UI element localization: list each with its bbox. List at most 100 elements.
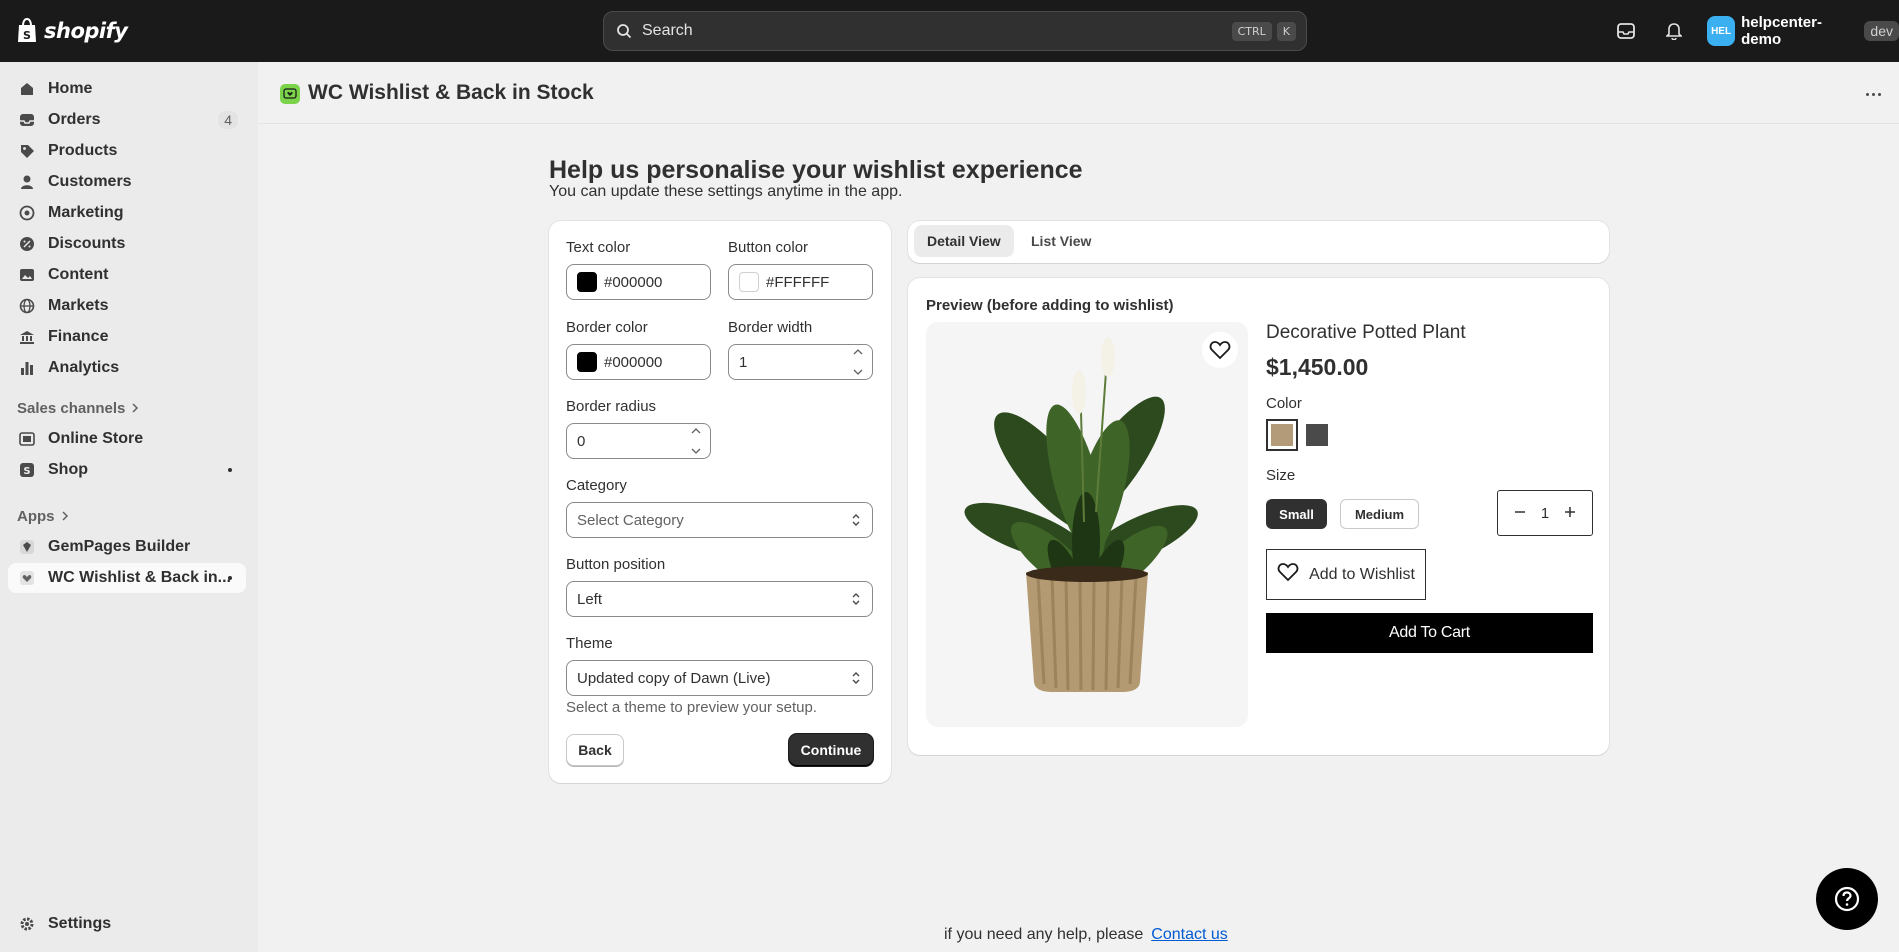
button-color-label: Button color [728, 239, 809, 256]
sidebar-item-marketing[interactable]: Marketing [8, 198, 246, 228]
sidebar-item-products[interactable]: Products [8, 136, 246, 166]
add-to-wishlist-button[interactable]: Add to Wishlist [1266, 549, 1426, 600]
text-color-label: Text color [566, 239, 631, 256]
pin-dot [228, 576, 232, 580]
sidebar-item-markets[interactable]: Markets [8, 291, 246, 321]
orders-count-badge: 4 [218, 111, 238, 129]
apps-heading[interactable]: Apps [17, 508, 69, 525]
gear-icon [19, 916, 35, 932]
sidebar-item-label: Marketing [48, 204, 124, 221]
dev-badge: dev [1864, 21, 1899, 41]
sidebar-item-label: WC Wishlist & Back in... [48, 569, 231, 586]
search-bar[interactable]: Search CTRL K [603, 11, 1307, 51]
main-content: WC Wishlist & Back in Stock Help us pers… [258, 62, 1899, 952]
more-options-icon[interactable] [1861, 84, 1885, 104]
preview-card: Preview (before adding to wishlist) Deco… [908, 278, 1609, 755]
sidebar: Home Orders 4 Products Customers Marketi… [0, 62, 258, 952]
text-color-input[interactable]: #000000 [566, 264, 711, 300]
text-color-swatch[interactable] [577, 272, 597, 292]
add-to-cart-button[interactable]: Add To Cart [1266, 613, 1593, 653]
sidebar-item-shop[interactable]: S Shop [8, 455, 246, 485]
sales-channels-label: Sales channels [17, 400, 126, 417]
sidebar-item-customers[interactable]: Customers [8, 167, 246, 197]
svg-text:S: S [23, 466, 30, 477]
sidebar-item-label: Shop [48, 461, 88, 478]
sidebar-item-label: Orders [48, 111, 101, 128]
bell-icon[interactable] [1662, 19, 1686, 43]
theme-select[interactable]: Updated copy of Dawn (Live) [566, 660, 873, 696]
plus-icon[interactable] [1564, 505, 1576, 522]
border-width-label: Border width [728, 319, 813, 336]
sales-channels-heading[interactable]: Sales channels [17, 400, 139, 417]
target-icon [19, 205, 35, 221]
category-select[interactable]: Select Category [566, 502, 873, 538]
size-option-label: Size [1266, 467, 1296, 484]
potted-plant-image [964, 337, 1198, 692]
sidebar-item-online-store[interactable]: Online Store [8, 424, 246, 454]
product-image [926, 322, 1248, 727]
help-chat-button[interactable] [1816, 868, 1878, 930]
minus-icon[interactable] [1514, 505, 1526, 522]
number-stepper-icon[interactable] [850, 349, 866, 375]
search-icon [614, 21, 634, 41]
quantity-stepper[interactable]: 1 [1497, 490, 1593, 536]
question-icon [1834, 886, 1860, 912]
sidebar-item-gempages[interactable]: GemPages Builder [8, 532, 246, 562]
page-header: WC Wishlist & Back in Stock [258, 62, 1899, 124]
sidebar-item-discounts[interactable]: Discounts [8, 229, 246, 259]
contact-us-link[interactable]: Contact us [1151, 926, 1227, 944]
shop-icon: S [19, 462, 35, 478]
continue-button[interactable]: Continue [789, 734, 873, 766]
border-radius-input[interactable]: 0 [566, 423, 711, 459]
sidebar-item-content[interactable]: Content [8, 260, 246, 290]
sidebar-item-home[interactable]: Home [8, 74, 246, 104]
top-bar: S shopify Search CTRL K HEL helpcenter-d… [0, 0, 1899, 62]
shopify-logo[interactable]: S shopify [16, 16, 128, 46]
size-medium-button[interactable]: Medium [1340, 499, 1419, 529]
sidebar-item-settings[interactable]: Settings [8, 909, 246, 939]
preview-tabs-card: Detail View List View [908, 221, 1609, 263]
text-color-value: #000000 [604, 273, 663, 291]
color-swatch-dark[interactable] [1301, 419, 1333, 451]
select-arrows-icon [852, 514, 860, 526]
sidebar-item-label: Online Store [48, 430, 144, 447]
border-radius-value: 0 [577, 432, 586, 450]
border-color-input[interactable]: #000000 [566, 344, 711, 380]
heart-icon [1277, 562, 1299, 587]
bar-chart-icon [19, 360, 35, 376]
size-small-button[interactable]: Small [1266, 499, 1327, 529]
theme-label: Theme [566, 635, 613, 652]
sidebar-item-wc-wishlist[interactable]: WC Wishlist & Back in... [8, 563, 246, 593]
inbox-tray-icon[interactable] [1614, 19, 1638, 43]
settings-card: Text color #000000 Button color #FFFFFF … [549, 221, 891, 783]
heart-icon[interactable] [1202, 332, 1238, 368]
button-color-value: #FFFFFF [766, 273, 830, 291]
border-width-input[interactable]: 1 [728, 344, 873, 380]
sidebar-item-label: Home [48, 80, 93, 97]
sidebar-item-analytics[interactable]: Analytics [8, 353, 246, 383]
button-position-label: Button position [566, 556, 666, 573]
footer-help: if you need any help, please Contact us [944, 926, 1228, 944]
shopify-bag-icon: S [16, 17, 38, 44]
theme-value: Updated copy of Dawn (Live) [577, 669, 771, 687]
sidebar-item-label: Finance [48, 328, 109, 345]
tab-list-view[interactable]: List View [1018, 225, 1104, 257]
person-icon [19, 174, 35, 190]
button-color-input[interactable]: #FFFFFF [728, 264, 873, 300]
sidebar-item-orders[interactable]: Orders 4 [8, 105, 246, 135]
color-swatch-tan[interactable] [1266, 419, 1298, 451]
button-color-swatch[interactable] [739, 272, 759, 292]
wishlist-app-icon [19, 570, 35, 586]
number-stepper-icon[interactable] [688, 428, 704, 454]
sidebar-item-label: Settings [48, 915, 112, 932]
border-color-swatch[interactable] [577, 352, 597, 372]
add-to-wishlist-label: Add to Wishlist [1309, 565, 1415, 583]
tab-detail-view[interactable]: Detail View [914, 225, 1014, 257]
sidebar-item-finance[interactable]: Finance [8, 322, 246, 352]
back-button[interactable]: Back [566, 734, 624, 766]
product-title: Decorative Potted Plant [1266, 322, 1466, 343]
sidebar-item-label: Discounts [48, 235, 126, 252]
search-placeholder: Search [642, 22, 693, 39]
button-position-select[interactable]: Left [566, 581, 873, 617]
account-menu[interactable]: HEL helpcenter-demo dev [1707, 14, 1899, 48]
